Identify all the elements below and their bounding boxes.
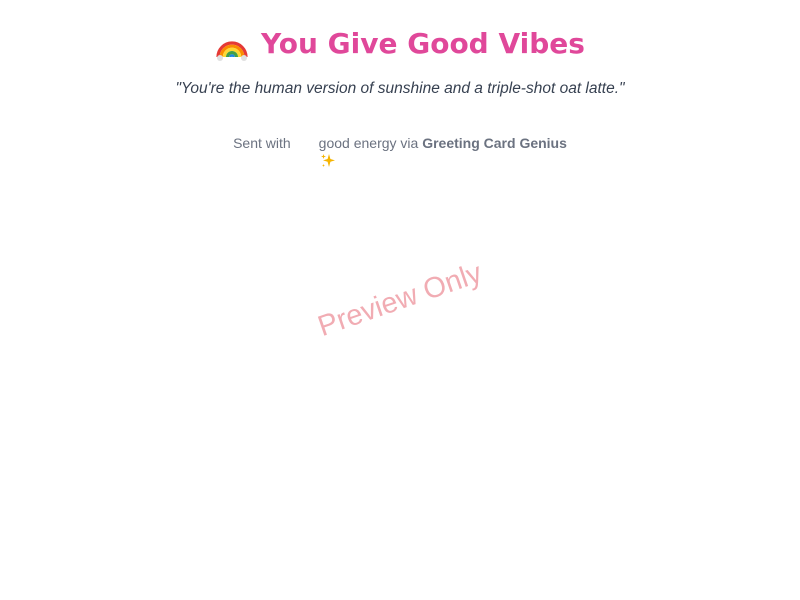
- preview-watermark: Preview Only: [314, 257, 486, 343]
- footer-prefix: Sent with: [233, 135, 291, 151]
- card-footer: Sent with good energy via Greeting Card …: [0, 134, 800, 167]
- card-header: You Give Good Vibes: [0, 26, 800, 62]
- card-title: You Give Good Vibes: [261, 27, 585, 60]
- sparkles-icon: [297, 135, 336, 167]
- footer-middle: good energy via: [318, 135, 419, 151]
- card-quote: "You're the human version of sunshine an…: [175, 80, 625, 97]
- rainbow-icon: [215, 27, 249, 61]
- greeting-card-preview: You Give Good Vibes "You're the human ve…: [0, 0, 800, 600]
- brand-name: Greeting Card Genius: [422, 135, 567, 151]
